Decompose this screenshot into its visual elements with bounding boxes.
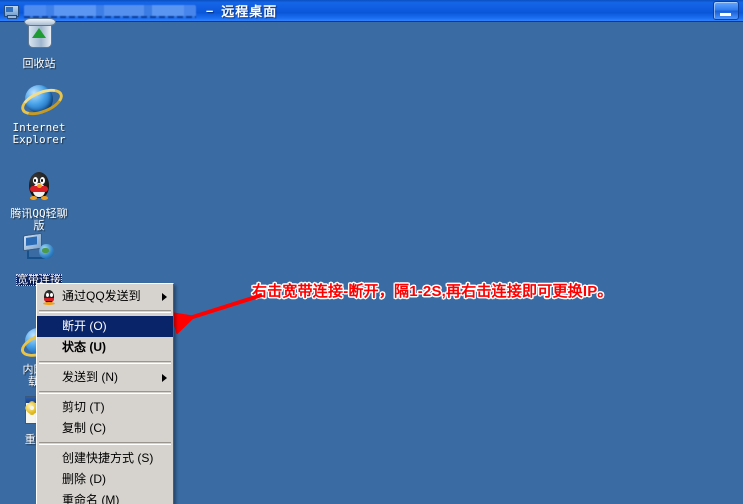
desktop-icon-label: Internet Explorer <box>12 121 66 146</box>
title-separator: – <box>206 3 214 18</box>
menu-item-send-via-qq[interactable]: 通过QQ发送到 <box>37 286 173 307</box>
menu-item-cut[interactable]: 剪切 (T) <box>37 397 173 418</box>
menu-item-create-shortcut[interactable]: 创建快捷方式 (S) <box>37 448 173 469</box>
desktop-icon-tencent-qq[interactable]: 腾讯QQ轻聊 版 <box>2 166 76 232</box>
menu-separator <box>39 391 171 394</box>
desktop-icon-label: 腾讯QQ轻聊 版 <box>10 207 68 232</box>
menu-item-label: 重命名 (M) <box>62 493 120 504</box>
desktop-icon-broadband-connection[interactable]: 宽带连接 <box>2 230 76 288</box>
window-title: 远程桌面 <box>221 4 278 19</box>
qq-penguin-icon <box>41 289 57 305</box>
desktop-icon-label: 回收站 <box>22 57 56 70</box>
redacted-host-name <box>24 4 196 18</box>
menu-separator <box>39 310 171 313</box>
internet-explorer-icon <box>17 80 67 121</box>
minimize-button[interactable] <box>713 1 739 20</box>
menu-item-label: 剪切 (T) <box>62 400 105 414</box>
desktop-icon-internet-explorer[interactable]: Internet Explorer <box>2 80 76 146</box>
menu-item-label: 创建快捷方式 (S) <box>62 451 154 465</box>
menu-item-label: 通过QQ发送到 <box>62 289 141 303</box>
remote-desktop-screen: – 远程桌面 回收站 Internet Explorer 腾讯QQ轻聊 版 宽带… <box>0 0 743 504</box>
menu-item-send-to[interactable]: 发送到 (N) <box>37 367 173 388</box>
menu-separator <box>39 361 171 364</box>
desktop-icon-recycle-bin[interactable]: 回收站 <box>2 16 76 70</box>
recycle-bin-icon <box>19 16 59 56</box>
chevron-right-icon <box>162 374 167 382</box>
menu-item-label: 复制 (C) <box>62 421 106 435</box>
menu-item-rename[interactable]: 重命名 (M) <box>37 490 173 504</box>
menu-item-label: 删除 (D) <box>62 472 106 486</box>
menu-item-delete[interactable]: 删除 (D) <box>37 469 173 490</box>
menu-item-label: 状态 (U) <box>62 340 106 354</box>
context-menu[interactable]: 通过QQ发送到 断开 (O) 状态 (U) 发送到 (N) 剪切 (T) 复制 … <box>36 283 174 504</box>
annotation-text: 右击宽带连接-断开，隔1-2S,再右击连接即可更换IP。 <box>252 283 613 300</box>
menu-separator <box>39 442 171 445</box>
menu-item-label: 发送到 (N) <box>62 370 118 384</box>
menu-item-label: 断开 (O) <box>62 319 107 333</box>
network-connection-icon <box>19 230 59 270</box>
menu-item-status[interactable]: 状态 (U) <box>37 337 173 358</box>
window-titlebar: – 远程桌面 <box>0 0 743 22</box>
menu-item-disconnect[interactable]: 断开 (O) <box>37 316 173 337</box>
menu-item-copy[interactable]: 复制 (C) <box>37 418 173 439</box>
chevron-right-icon <box>162 293 167 301</box>
qq-penguin-icon <box>19 166 59 206</box>
desktop-surface[interactable]: 回收站 Internet Explorer 腾讯QQ轻聊 版 宽带连接 右击宽带… <box>0 18 743 504</box>
